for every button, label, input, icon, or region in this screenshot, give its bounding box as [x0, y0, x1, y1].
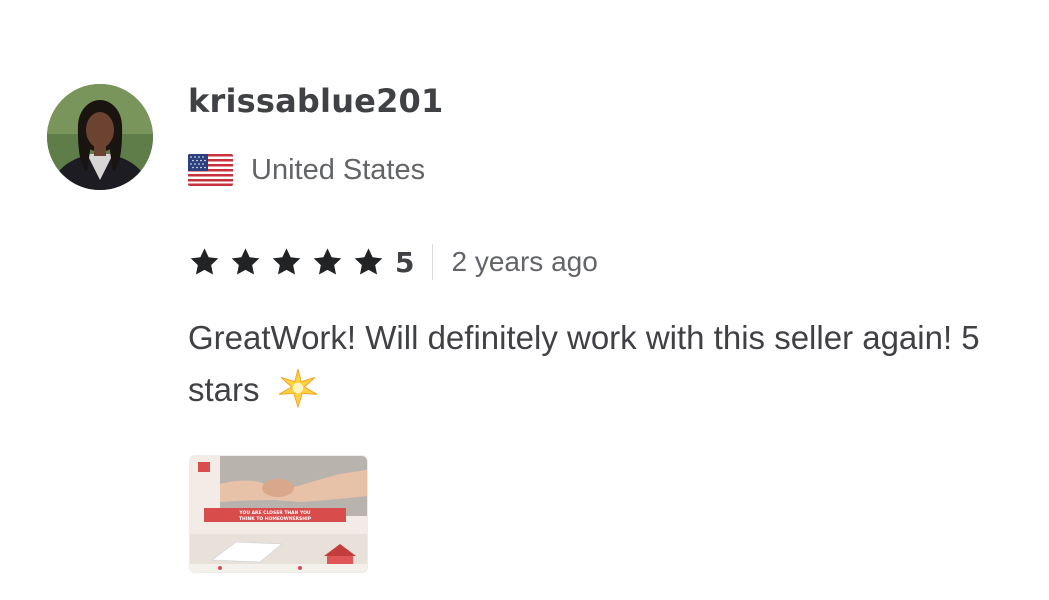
attachment-thumbnail[interactable]: YOU ARE CLOSER THAN YOU THINK TO HOMEOWN… — [189, 455, 368, 573]
attachment-banner-line2: THINK TO HOMEOWNERSHIP — [239, 516, 312, 522]
attachment-banner-line1: YOU ARE CLOSER THAN YOU — [238, 510, 310, 516]
star-icon — [354, 248, 383, 275]
review-text: GreatWork! Will definitely work with thi… — [188, 312, 1008, 416]
country-name: United States — [251, 153, 426, 186]
country-row: United States — [188, 150, 425, 190]
sparkle-star-icon — [278, 368, 317, 409]
star-icon — [313, 248, 342, 275]
avatar[interactable] — [47, 84, 153, 190]
username[interactable]: krissablue201 — [188, 82, 443, 120]
star-icon — [190, 248, 219, 275]
us-flag-icon — [188, 154, 233, 186]
attachment-image: YOU ARE CLOSER THAN YOU THINK TO HOMEOWN… — [190, 456, 367, 572]
star-icon — [231, 248, 260, 275]
review-card: krissablue201 United States 5 2 years ag… — [0, 0, 1049, 600]
star-rating — [188, 246, 395, 278]
review-time: 2 years ago — [451, 246, 598, 277]
divider — [432, 244, 434, 280]
avatar-image — [47, 84, 153, 190]
rating-value: 5 — [395, 245, 415, 279]
rating-row: 5 2 years ago — [188, 240, 598, 284]
star-icon — [272, 248, 301, 275]
